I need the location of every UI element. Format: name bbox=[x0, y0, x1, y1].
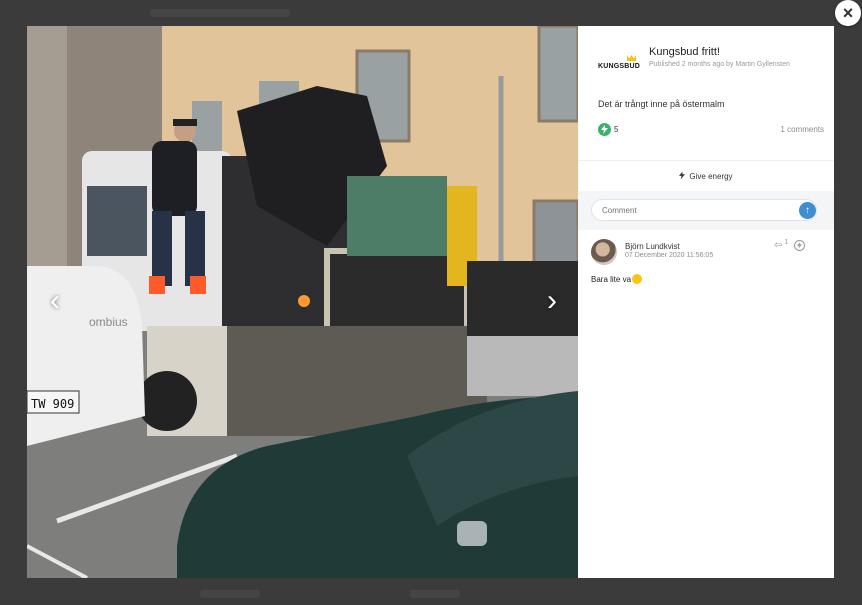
post-photo: TW 909 ombius ‹ › bbox=[27, 26, 578, 578]
van-plate: TW 909 bbox=[31, 397, 74, 411]
previous-image-button[interactable]: ‹ bbox=[40, 284, 70, 317]
brand-logo-text: KUNGSBUD bbox=[597, 62, 641, 70]
reply-count: 1 bbox=[784, 239, 789, 246]
comment-author[interactable]: Björn Lundkvist bbox=[625, 242, 680, 251]
comment-input[interactable] bbox=[591, 199, 817, 221]
post-stats: 5 1 comments bbox=[598, 123, 824, 136]
van-brand: ombius bbox=[89, 315, 128, 329]
comment-text: Bara lite va bbox=[591, 274, 643, 284]
energy-count[interactable]: 5 bbox=[598, 123, 618, 136]
comments-count[interactable]: 1 comments bbox=[780, 125, 824, 134]
post-body: Det är trångt inne på östermalm bbox=[598, 99, 725, 109]
close-button[interactable]: × bbox=[835, 0, 861, 26]
comment-date: 07 December 2020 11:56:05 bbox=[625, 252, 714, 259]
reply-icon[interactable]: ⇦ bbox=[774, 240, 782, 251]
background-text bbox=[150, 9, 290, 17]
bolt-icon bbox=[679, 171, 686, 182]
post-sidebar: KUNGSBUD Kungsbud fritt! Published 2 mon… bbox=[578, 26, 834, 578]
post-meta: Published 2 months ago by Martin Gyllens… bbox=[649, 61, 790, 68]
crown-icon bbox=[627, 55, 636, 61]
photo-scene: TW 909 ombius bbox=[27, 26, 578, 578]
laughing-emoji-icon bbox=[632, 274, 643, 284]
give-energy-label: Give energy bbox=[689, 171, 733, 181]
arrow-up-icon: ↑ bbox=[805, 205, 810, 216]
brand-logo: KUNGSBUD bbox=[598, 45, 640, 87]
give-energy-button[interactable]: Give energy bbox=[578, 160, 834, 191]
energy-count-value: 5 bbox=[614, 125, 619, 134]
next-image-button[interactable]: › bbox=[537, 284, 567, 317]
comment-actions: ⇦ 1 bbox=[774, 239, 806, 251]
send-comment-button[interactable]: ↑ bbox=[799, 202, 816, 219]
avatar[interactable] bbox=[591, 239, 617, 265]
comment-text-content: Bara lite va bbox=[591, 275, 632, 284]
post-title: Kungsbud fritt! bbox=[649, 46, 720, 58]
background-text bbox=[410, 590, 460, 598]
background-text bbox=[200, 590, 260, 598]
post-header: KUNGSBUD Kungsbud fritt! Published 2 mon… bbox=[598, 45, 828, 87]
post-modal: TW 909 ombius ‹ › KUNGSBUD Kungsbud frit… bbox=[27, 26, 834, 578]
energy-circle-icon[interactable] bbox=[794, 240, 806, 251]
energy-bolt-icon bbox=[598, 123, 611, 136]
comment-composer: ↑ bbox=[578, 191, 834, 230]
